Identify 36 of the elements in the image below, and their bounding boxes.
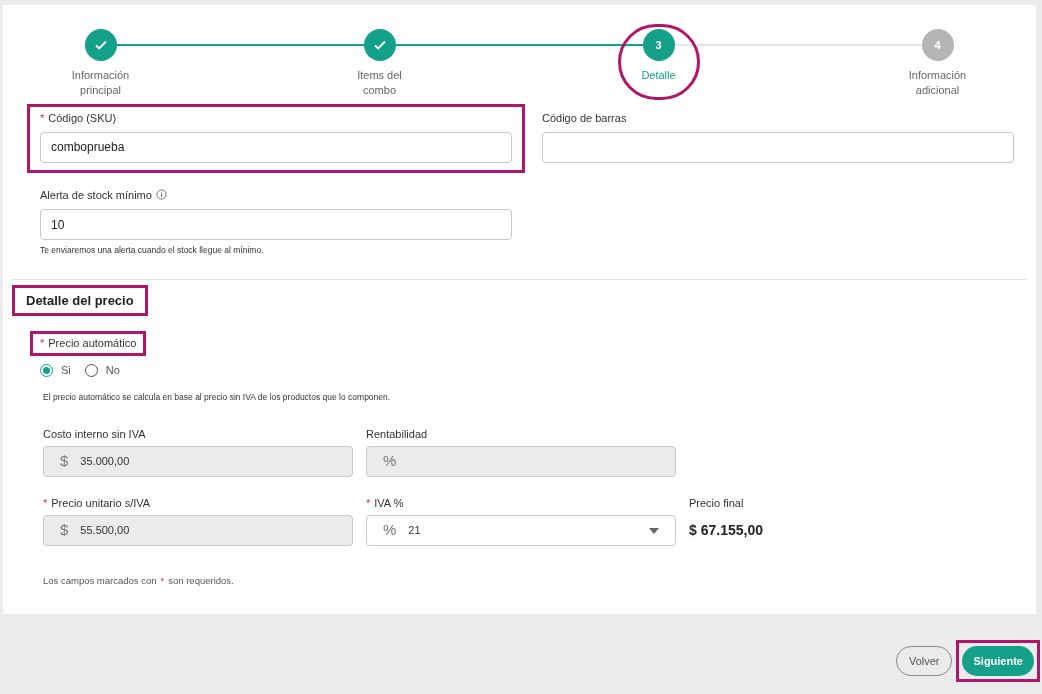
field-label: Costo interno sin IVA xyxy=(43,428,146,440)
prefix-symbol: % xyxy=(383,451,397,472)
required-note: Los campos marcados con * son requeridos. xyxy=(42,574,235,588)
field-label: IVA % xyxy=(374,497,404,509)
field-label: Código de barras xyxy=(542,112,627,124)
required-asterisk: * xyxy=(43,497,48,509)
input-field[interactable]: comboprueba xyxy=(40,131,512,163)
input-field[interactable] xyxy=(542,131,1014,163)
help-text: Te enviaremos una alerta cuando el stock llegue al mínimo. xyxy=(40,244,265,257)
required-asterisk: * xyxy=(40,112,45,124)
step-label: Información adicional xyxy=(907,68,968,98)
prefix-symbol: $ xyxy=(60,451,69,472)
field-label: Código (SKU) xyxy=(48,112,117,124)
field-label: Alerta de stock mínimo xyxy=(40,187,152,203)
dropdown-caret-icon xyxy=(649,527,659,534)
field-label: Precio final xyxy=(689,497,744,509)
field-label: Rentabilidad xyxy=(366,428,428,440)
input-field[interactable]: 10 xyxy=(40,209,512,240)
checkmark-icon xyxy=(93,38,108,52)
final-price: $ 67.155,00 xyxy=(689,521,763,540)
step-label: Detalle xyxy=(640,68,677,83)
description-text: El precio automático se calcula en base al precio sin IVA de los productos que lo componen. xyxy=(42,391,392,404)
step-label: Items del combo xyxy=(356,68,403,98)
required-asterisk: * xyxy=(366,497,371,509)
radio-option[interactable]: Si xyxy=(40,361,71,379)
checkmark-icon xyxy=(372,38,387,52)
prefix-symbol: $ xyxy=(60,520,69,541)
required-asterisk: * xyxy=(40,337,45,350)
field-label: Precio unitario s/IVA xyxy=(51,497,151,509)
field-label: Precio automático xyxy=(48,337,137,350)
section-title: Detalle del precio xyxy=(12,284,148,317)
prefix-symbol: % xyxy=(383,520,397,541)
radio-option[interactable]: No xyxy=(84,361,120,379)
step-label: Información principal xyxy=(70,68,131,98)
info-icon xyxy=(155,189,167,201)
select-field[interactable]: % 21 xyxy=(366,515,676,546)
